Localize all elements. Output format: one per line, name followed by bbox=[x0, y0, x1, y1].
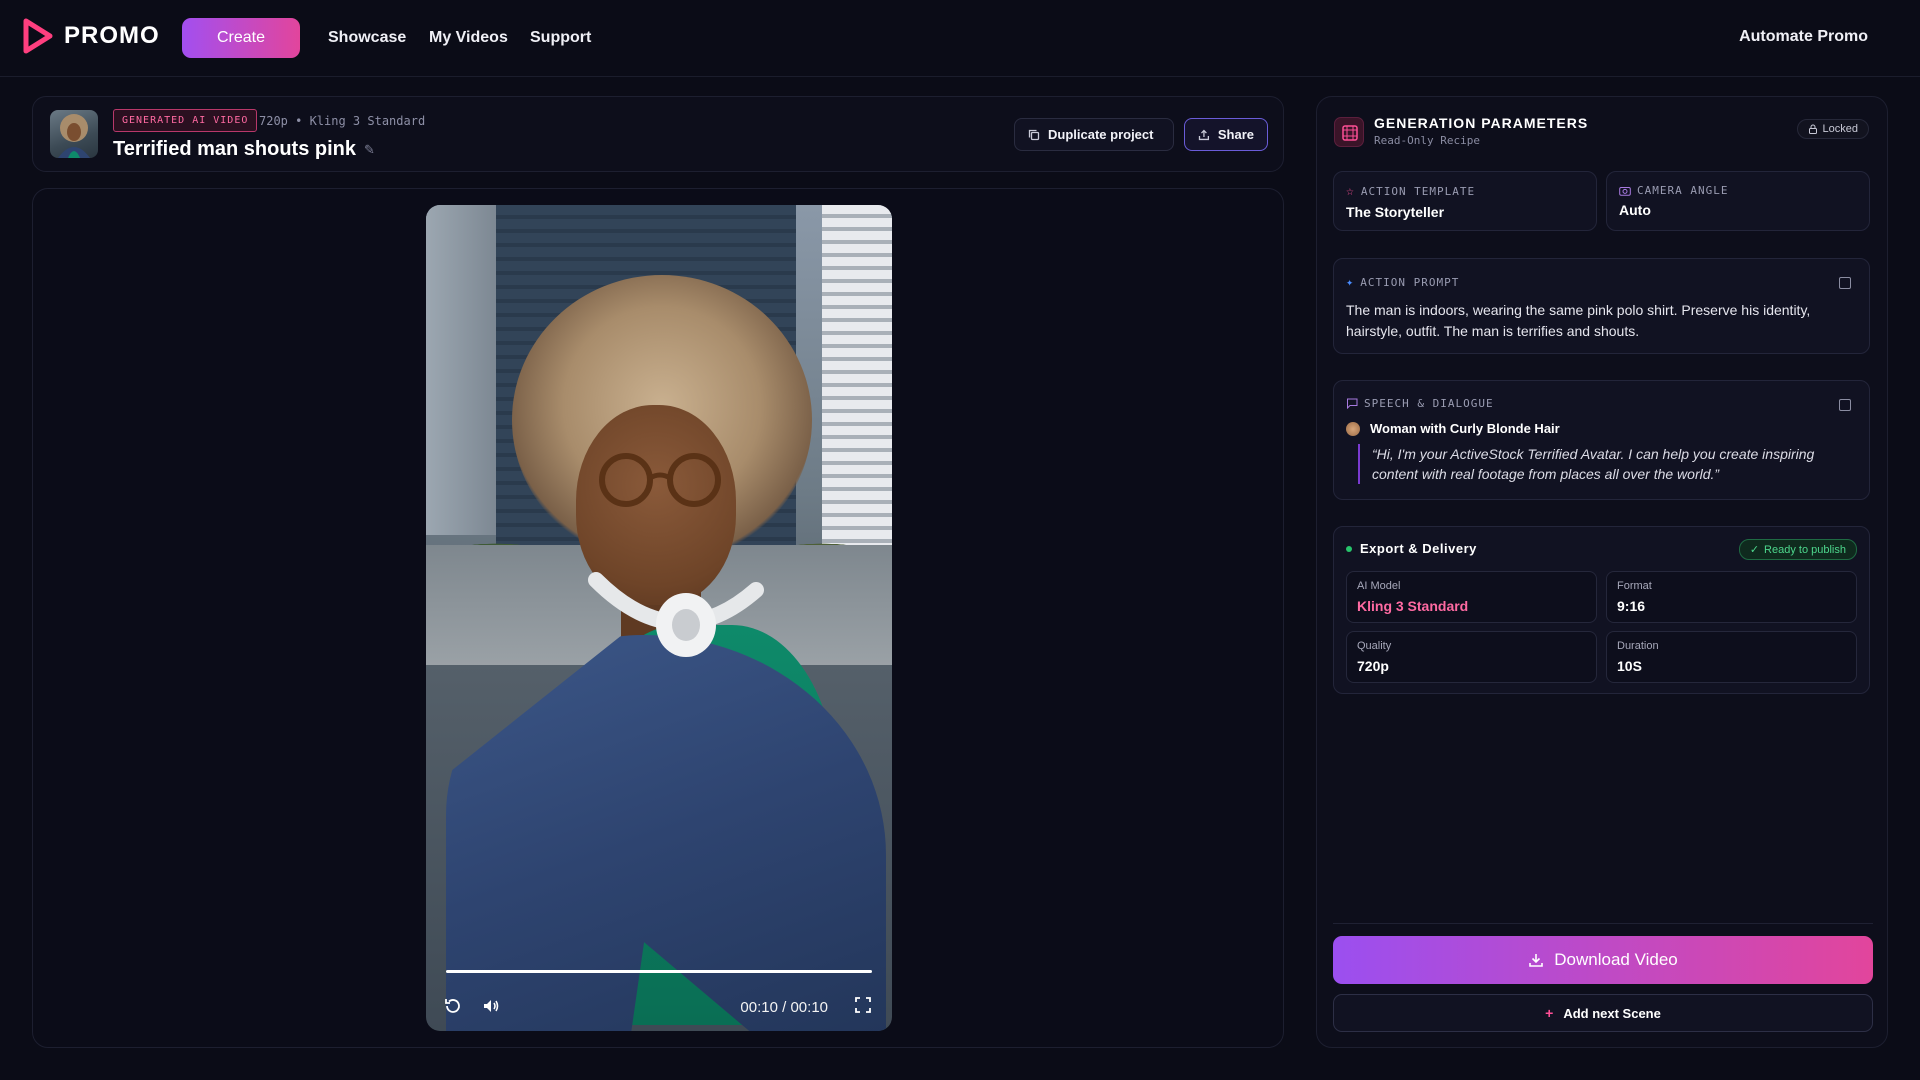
replay-icon[interactable] bbox=[442, 996, 464, 1018]
ai-model-field: AI Model Kling 3 Standard bbox=[1346, 571, 1597, 623]
locked-label: Locked bbox=[1822, 123, 1858, 135]
duplicate-project-label: Duplicate project bbox=[1048, 127, 1154, 142]
check-icon: ✓ bbox=[1749, 544, 1760, 556]
status-dot bbox=[1346, 545, 1352, 552]
fullscreen-icon[interactable] bbox=[852, 996, 874, 1018]
ready-label: Ready to publish bbox=[1764, 543, 1846, 556]
ai-model-label: AI Model bbox=[1357, 580, 1401, 592]
video-player-card: 00:10 / 00:10 bbox=[32, 188, 1284, 1048]
divider bbox=[1333, 923, 1873, 924]
nav-automate-promo[interactable]: Automate Promo bbox=[1739, 28, 1868, 46]
add-next-scene-label: Add next Scene bbox=[1563, 1005, 1661, 1021]
video-time: 00:10 / 00:10 bbox=[740, 998, 828, 1016]
share-icon bbox=[1198, 129, 1210, 140]
download-video-button[interactable]: Download Video bbox=[1333, 936, 1873, 984]
running-figure-icon: ✦ bbox=[1346, 275, 1355, 289]
format-field: Format 9:16 bbox=[1606, 571, 1857, 623]
share-label: Share bbox=[1217, 127, 1254, 142]
project-meta: 720p • Kling 3 Standard bbox=[259, 114, 426, 128]
speaker-name: Woman with Curly Blonde Hair bbox=[1370, 421, 1560, 436]
download-icon bbox=[1529, 954, 1544, 967]
project-title[interactable]: Terrified man shouts pink ✎ bbox=[113, 138, 375, 161]
action-template-value: The Storyteller bbox=[1346, 204, 1445, 220]
download-video-label: Download Video bbox=[1554, 950, 1678, 969]
create-button[interactable]: Create bbox=[182, 18, 300, 58]
thumbnail-image bbox=[58, 114, 90, 158]
format-value: 9:16 bbox=[1617, 598, 1646, 614]
project-header: GENERATED AI VIDEO 720p • Kling 3 Standa… bbox=[32, 96, 1284, 172]
camera-angle-card: CAMERA ANGLE Auto bbox=[1606, 171, 1870, 231]
export-delivery-card: Export & Delivery ✓ Ready to publish AI … bbox=[1333, 526, 1870, 694]
export-title: Export & Delivery bbox=[1360, 541, 1477, 556]
speech-label-text: SPEECH & DIALOGUE bbox=[1364, 397, 1494, 410]
action-template-card: ☆ ACTION TEMPLATE The Storyteller bbox=[1333, 171, 1597, 231]
duration-field: Duration 10S bbox=[1606, 631, 1857, 683]
generated-ai-badge: GENERATED AI VIDEO bbox=[113, 109, 258, 132]
format-label: Format bbox=[1617, 580, 1652, 592]
action-prompt-label: ✦ ACTION PROMPT bbox=[1346, 275, 1857, 289]
camera-angle-label: CAMERA ANGLE bbox=[1619, 184, 1857, 197]
copy-prompt-icon[interactable] bbox=[1839, 277, 1851, 289]
speech-bubble-icon bbox=[1347, 398, 1358, 409]
project-title-text: Terrified man shouts pink bbox=[113, 138, 356, 160]
video-player[interactable]: 00:10 / 00:10 bbox=[426, 205, 892, 1031]
nav-support[interactable]: Support bbox=[530, 29, 591, 47]
video-progress-bar[interactable] bbox=[446, 970, 872, 973]
brand-name: PROMO bbox=[64, 22, 160, 49]
action-prompt-text: The man is indoors, wearing the same pin… bbox=[1346, 302, 1811, 339]
star-icon: ☆ bbox=[1346, 184, 1355, 199]
video-background-building-left bbox=[426, 205, 496, 535]
play-logo-icon bbox=[23, 18, 53, 54]
camera-icon bbox=[1619, 187, 1631, 196]
top-navigation: PROMO Create Showcase My Videos Support … bbox=[0, 0, 1920, 77]
edit-pencil-icon[interactable]: ✎ bbox=[364, 142, 375, 158]
params-title: GENERATION PARAMETERS bbox=[1374, 115, 1589, 131]
video-subject-headphones bbox=[588, 572, 764, 657]
speaker-avatar bbox=[1346, 421, 1360, 436]
duplicate-project-button[interactable]: Duplicate project bbox=[1014, 118, 1174, 151]
nav-my-videos[interactable]: My Videos bbox=[429, 29, 508, 47]
params-subtitle: Read-Only Recipe bbox=[1374, 134, 1480, 147]
copy-speech-icon[interactable] bbox=[1839, 399, 1851, 411]
ai-model-value: Kling 3 Standard bbox=[1357, 598, 1469, 614]
duplicate-icon bbox=[1028, 129, 1040, 140]
film-icon bbox=[1334, 117, 1364, 147]
locked-badge: Locked bbox=[1796, 119, 1869, 139]
action-template-label: ☆ ACTION TEMPLATE bbox=[1346, 184, 1584, 199]
generation-parameters-panel: GENERATION PARAMETERS Read-Only Recipe L… bbox=[1316, 96, 1888, 1048]
nav-showcase[interactable]: Showcase bbox=[328, 29, 406, 47]
video-subject-glasses bbox=[599, 453, 721, 507]
speech-dialogue-card: SPEECH & DIALOGUE Woman with Curly Blond… bbox=[1333, 380, 1870, 500]
project-thumbnail bbox=[50, 110, 98, 158]
quality-label: Quality bbox=[1357, 640, 1392, 652]
brand-logo[interactable]: PROMO bbox=[22, 18, 160, 54]
camera-angle-value: Auto bbox=[1619, 202, 1651, 218]
camera-angle-label-text: CAMERA ANGLE bbox=[1637, 184, 1729, 197]
action-prompt-card: ✦ ACTION PROMPT The man is indoors, wear… bbox=[1333, 258, 1870, 354]
share-button[interactable]: Share bbox=[1184, 118, 1268, 151]
speaker: Woman with Curly Blonde Hair bbox=[1346, 421, 1857, 436]
duration-value: 10S bbox=[1617, 658, 1642, 674]
plus-icon: + bbox=[1545, 1005, 1554, 1021]
duration-label: Duration bbox=[1617, 640, 1659, 652]
speech-label: SPEECH & DIALOGUE bbox=[1346, 397, 1857, 410]
add-next-scene-button[interactable]: + Add next Scene bbox=[1333, 994, 1873, 1032]
speech-quote: “Hi, I'm your ActiveStock Terrified Avat… bbox=[1358, 444, 1857, 484]
action-template-label-text: ACTION TEMPLATE bbox=[1360, 185, 1476, 198]
quality-field: Quality 720p bbox=[1346, 631, 1597, 683]
volume-icon[interactable] bbox=[480, 996, 502, 1018]
quality-value: 720p bbox=[1357, 658, 1389, 674]
video-controls: 00:10 / 00:10 bbox=[442, 995, 878, 1019]
action-prompt-label-text: ACTION PROMPT bbox=[1360, 275, 1460, 289]
ready-to-publish-badge: ✓ Ready to publish bbox=[1738, 539, 1857, 560]
lock-icon bbox=[1808, 124, 1817, 134]
